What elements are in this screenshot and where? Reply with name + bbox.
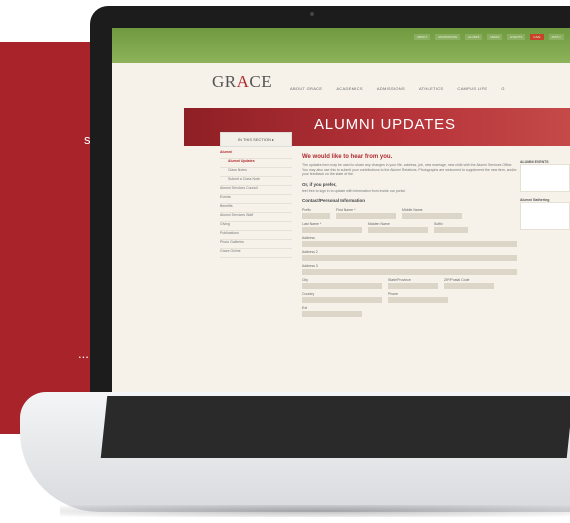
nav-item[interactable]: ADMISSIONS bbox=[377, 86, 405, 91]
address-field[interactable] bbox=[302, 241, 517, 247]
sidebar-item[interactable]: Benefits bbox=[220, 204, 292, 213]
last-name-field[interactable] bbox=[302, 227, 362, 233]
laptop-bezel: ABOUT ADMISSIONS ALUMNI NEWS EVENTS GIVE… bbox=[90, 6, 570, 406]
login-text[interactable]: feel free to sign in to update with info… bbox=[302, 189, 517, 194]
maiden-name-group: Maiden Name bbox=[368, 219, 428, 233]
util-link[interactable]: EVENTS bbox=[507, 34, 526, 40]
util-link[interactable]: ALUMNI bbox=[465, 34, 483, 40]
sidebar-item-active[interactable]: Alumni Updates bbox=[220, 159, 292, 168]
city-group: City bbox=[302, 275, 382, 289]
last-name-label: Last Name * bbox=[302, 222, 322, 226]
sidebar-item[interactable]: Alumni Services Staff bbox=[220, 213, 292, 222]
maiden-name-field[interactable] bbox=[368, 227, 428, 233]
sidebar-item[interactable]: Alumni Services Council bbox=[220, 186, 292, 195]
ext-group: Ext bbox=[302, 306, 362, 317]
country-field[interactable] bbox=[302, 297, 382, 303]
page-title: ALUMNI UPDATES bbox=[314, 116, 456, 133]
login-heading: Or, if you prefer, bbox=[302, 181, 337, 187]
phone-field[interactable] bbox=[388, 297, 448, 303]
aside-event-box[interactable] bbox=[520, 164, 570, 192]
zip-field[interactable] bbox=[444, 283, 494, 289]
section-menu-tab[interactable]: IN THIS SECTION ▸ bbox=[220, 132, 292, 147]
name-row: Prefix First Name * Middle Name bbox=[302, 205, 517, 219]
zip-group: ZIP/Postal Code bbox=[444, 275, 494, 289]
country-label: Country bbox=[302, 292, 315, 296]
util-link[interactable]: ADMISSIONS bbox=[435, 34, 461, 40]
address2-field[interactable] bbox=[302, 255, 517, 261]
zip-label: ZIP/Postal Code bbox=[444, 278, 470, 282]
suffix-group: Suffix bbox=[434, 219, 468, 233]
util-link[interactable]: APPLY bbox=[548, 34, 564, 40]
sidebar-item[interactable]: Photo Galleries bbox=[220, 240, 292, 249]
laptop-shadow bbox=[60, 505, 570, 517]
state-label: State/Province bbox=[388, 278, 411, 282]
address3-label: Address 3 bbox=[302, 264, 318, 268]
logo-part: CE bbox=[249, 72, 273, 91]
nav-item[interactable]: ABOUT GRACE bbox=[290, 86, 322, 91]
city-label: City bbox=[302, 278, 309, 282]
prefix-group: Prefix bbox=[302, 205, 330, 219]
logo-part: GR bbox=[212, 72, 237, 91]
sidebar-item[interactable]: Grace Online bbox=[220, 249, 292, 258]
logo-accent: A bbox=[236, 72, 250, 91]
state-group: State/Province bbox=[388, 275, 438, 289]
maiden-name-label: Maiden Name bbox=[368, 222, 390, 226]
sidebar-item[interactable]: Giving bbox=[220, 222, 292, 231]
content-heading: We would like to hear from you. bbox=[302, 154, 393, 160]
sidebar-item[interactable]: Events bbox=[220, 195, 292, 204]
laptop-screen: ABOUT ADMISSIONS ALUMNI NEWS EVENTS GIVE… bbox=[112, 28, 570, 393]
util-link[interactable]: NEWS bbox=[487, 34, 503, 40]
address-label: Address bbox=[302, 236, 315, 240]
middle-name-group: Middle Name bbox=[402, 205, 462, 219]
middle-name-label: Middle Name bbox=[402, 208, 423, 212]
sidebar-subitem[interactable]: Class Notes bbox=[220, 168, 292, 177]
right-aside: ALUMNI EVENTS Alumni Gathering bbox=[520, 154, 570, 234]
nav-item[interactable]: ACADEMICS bbox=[336, 86, 362, 91]
phone-group: Phone bbox=[388, 289, 448, 303]
suffix-label: Suffix bbox=[434, 222, 443, 226]
address2-label: Address 2 bbox=[302, 250, 318, 254]
section-sidebar: Alumni Alumni Updates Class Notes Submit… bbox=[220, 150, 292, 258]
aside-event-box[interactable] bbox=[520, 202, 570, 230]
country-group: Country bbox=[302, 289, 382, 303]
form-section-heading: Contact/Personal Information bbox=[302, 198, 366, 203]
city-row: City State/Province ZIP/Postal Code bbox=[302, 275, 517, 289]
intro-text: The updates form may be used to share an… bbox=[302, 163, 517, 176]
sidebar-item[interactable]: Publications bbox=[220, 231, 292, 240]
promo-red-panel: s ... bbox=[0, 42, 96, 434]
sidebar-subitem[interactable]: Submit a Class Note bbox=[220, 177, 292, 186]
promo-text-fragment-bottom: ... bbox=[78, 346, 89, 361]
nav-item[interactable]: G bbox=[501, 86, 504, 91]
util-link-highlight[interactable]: GIVE bbox=[530, 34, 544, 40]
ext-label: Ext bbox=[302, 306, 308, 310]
form-content: We would like to hear from you. The upda… bbox=[302, 154, 517, 317]
first-name-label: First Name * bbox=[336, 208, 356, 212]
util-link[interactable]: ABOUT bbox=[413, 34, 431, 40]
last-name-group: Last Name * bbox=[302, 219, 362, 233]
country-row: Country Phone bbox=[302, 289, 517, 303]
nav-item[interactable]: CAMPUS LIFE bbox=[457, 86, 487, 91]
first-name-group: First Name * bbox=[336, 205, 396, 219]
ext-field[interactable] bbox=[302, 311, 362, 317]
prefix-label: Prefix bbox=[302, 208, 311, 212]
nav-item[interactable]: ATHLETICS bbox=[419, 86, 443, 91]
site-logo[interactable]: GRACE bbox=[212, 72, 272, 92]
utility-links: ABOUT ADMISSIONS ALUMNI NEWS EVENTS GIVE… bbox=[413, 34, 564, 40]
main-nav: ABOUT GRACE ACADEMICS ADMISSIONS ATHLETI… bbox=[290, 86, 505, 91]
site-header-band: ABOUT ADMISSIONS ALUMNI NEWS EVENTS GIVE… bbox=[112, 28, 570, 63]
phone-label: Phone bbox=[388, 292, 399, 296]
sidebar-item[interactable]: Alumni bbox=[220, 150, 292, 159]
laptop-keyboard bbox=[100, 396, 570, 458]
suffix-field[interactable] bbox=[434, 227, 468, 233]
last-name-row: Last Name * Maiden Name Suffix bbox=[302, 219, 517, 233]
webcam-icon bbox=[310, 12, 314, 16]
